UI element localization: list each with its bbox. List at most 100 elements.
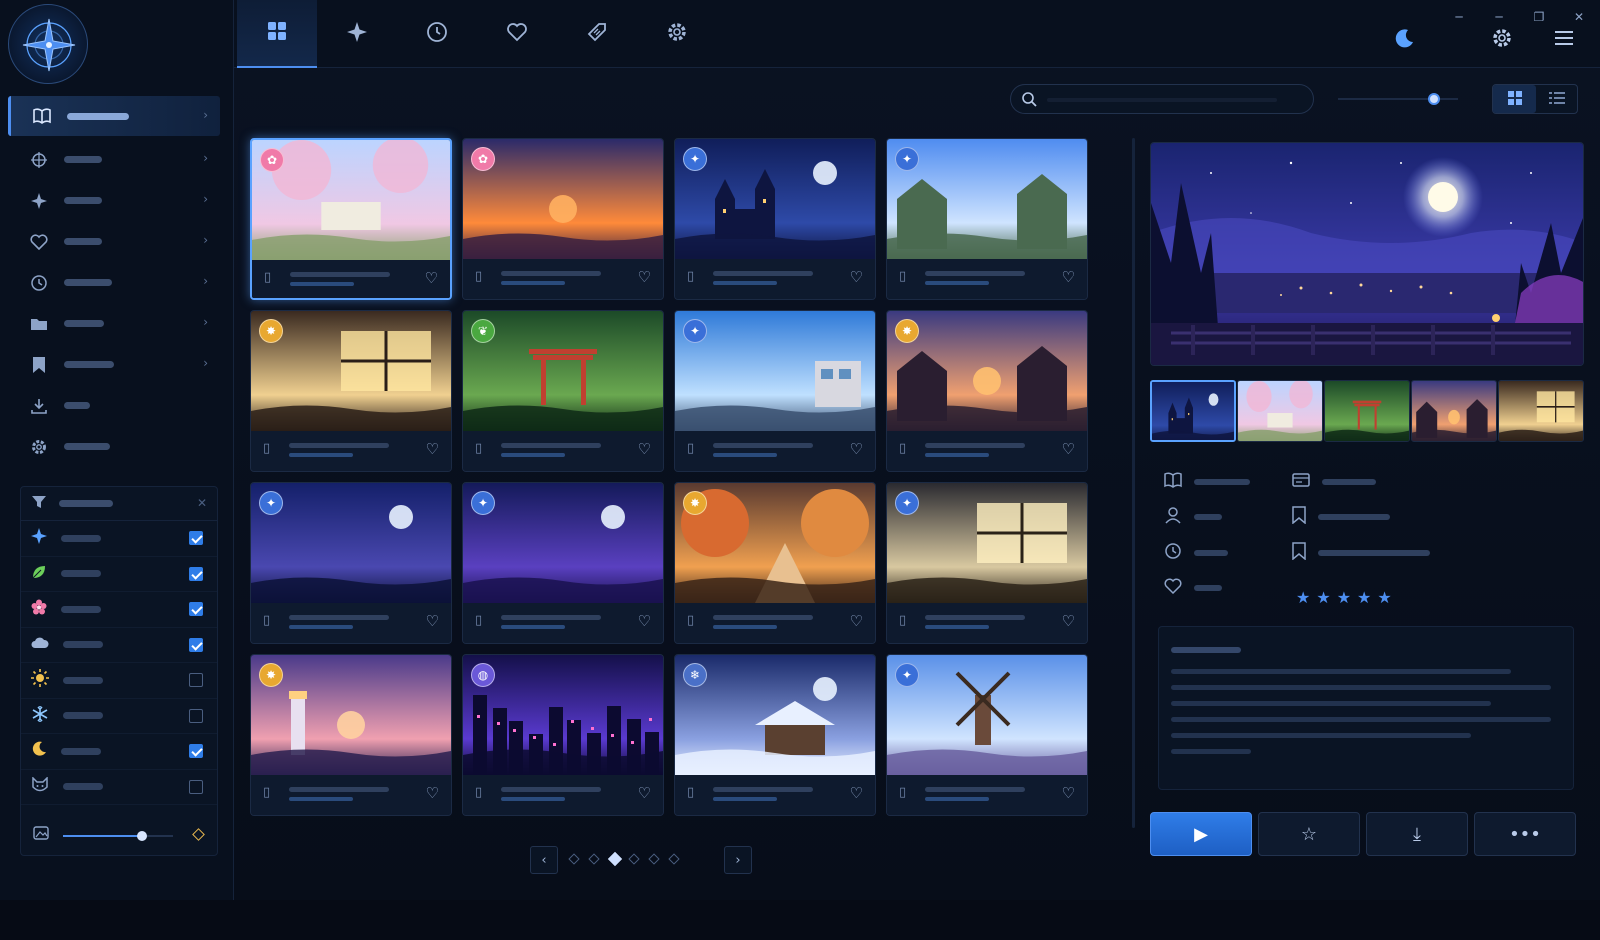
heart-icon[interactable]: ♡	[426, 440, 439, 458]
sidebar-item-explore[interactable]: ›	[8, 139, 220, 180]
wallpaper-card[interactable]: ✦ ▯ ♡	[674, 310, 876, 472]
filter-row[interactable]	[21, 521, 217, 557]
bookmark-icon[interactable]: ▯	[687, 613, 694, 628]
tab-favorites[interactable]	[477, 0, 557, 68]
settings-button[interactable]	[1488, 26, 1516, 54]
filter-checkbox[interactable]	[189, 531, 203, 545]
sidebar-item-downloads[interactable]	[8, 385, 220, 426]
list-view-button[interactable]	[1535, 85, 1578, 113]
page-dot[interactable]	[607, 851, 623, 867]
filter-slider[interactable]	[63, 831, 173, 841]
sidebar-item-folders[interactable]: ›	[8, 303, 220, 344]
heart-icon[interactable]: ♡	[638, 784, 651, 802]
wallpaper-card[interactable]: ✦ ▯ ♡	[462, 482, 664, 644]
heart-icon[interactable]: ♡	[850, 784, 863, 802]
filter-row[interactable]	[21, 699, 217, 734]
filter-checkbox[interactable]	[189, 744, 203, 758]
bookmark-icon[interactable]: ▯	[899, 613, 906, 628]
preview-thumbnail[interactable]	[1324, 380, 1410, 442]
bookmark-icon[interactable]: ▯	[899, 785, 906, 800]
filter-checkbox[interactable]	[189, 673, 203, 687]
tab-grid[interactable]	[237, 0, 317, 68]
search-input[interactable]	[1045, 91, 1295, 107]
zoom-slider-thumb[interactable]	[1428, 93, 1440, 105]
bookmark-icon[interactable]: ▯	[475, 613, 482, 628]
filter-checkbox[interactable]	[189, 637, 203, 652]
wallpaper-card[interactable]: ✸ ▯ ♡	[674, 482, 876, 644]
heart-icon[interactable]: ♡	[426, 784, 439, 802]
panel-divider[interactable]	[1132, 138, 1135, 828]
filter-checkbox[interactable]	[189, 566, 203, 581]
tab-history[interactable]	[397, 0, 477, 68]
wallpaper-card[interactable]: ✦ ▯ ♡	[886, 482, 1088, 644]
heart-icon[interactable]: ♡	[425, 269, 438, 287]
filter-checkbox[interactable]	[189, 708, 203, 723]
heart-icon[interactable]: ♡	[850, 612, 863, 630]
sidebar-item-featured[interactable]: ›	[8, 180, 220, 221]
filter-row[interactable]	[21, 628, 217, 663]
filter-row[interactable]	[21, 592, 217, 628]
sidebar-item-library[interactable]: ›	[8, 96, 220, 136]
page-dot[interactable]	[668, 853, 680, 865]
filter-row[interactable]	[21, 557, 217, 592]
heart-icon[interactable]: ♡	[638, 268, 651, 286]
sidebar-item-favorites[interactable]: ›	[8, 221, 220, 262]
filter-row[interactable]	[21, 770, 217, 805]
heart-icon[interactable]: ♡	[1062, 784, 1075, 802]
theme-toggle-button[interactable]	[1390, 26, 1418, 54]
preview-thumbnail[interactable]	[1237, 380, 1323, 442]
sidebar-item-settings[interactable]	[8, 426, 220, 467]
heart-icon[interactable]: ♡	[850, 440, 863, 458]
wallpaper-card[interactable]: ✸ ▯ ♡	[250, 310, 452, 472]
close-icon[interactable]: ✕	[197, 496, 207, 510]
wallpaper-card[interactable]: ◍ ▯ ♡	[462, 654, 664, 816]
heart-icon[interactable]: ♡	[1062, 268, 1075, 286]
zoom-slider[interactable]	[1338, 93, 1458, 105]
page-dot[interactable]	[628, 853, 640, 865]
heart-icon[interactable]: ♡	[850, 268, 863, 286]
bookmark-icon[interactable]: ▯	[899, 269, 906, 284]
bookmark-icon[interactable]: ▯	[263, 785, 270, 800]
bookmark-icon[interactable]: ▯	[263, 613, 270, 628]
heart-icon[interactable]: ♡	[638, 440, 651, 458]
rating-stars[interactable]: ★★★★★	[1296, 588, 1398, 607]
next-page-button[interactable]: ›	[724, 846, 752, 874]
filter-checkbox[interactable]	[189, 602, 203, 616]
filter-slider-thumb[interactable]	[137, 831, 148, 841]
wallpaper-card[interactable]: ✦ ▯ ♡	[886, 138, 1088, 300]
bookmark-icon[interactable]: ▯	[475, 269, 482, 284]
restore-icon[interactable]: ❐	[1528, 6, 1550, 28]
menu-button[interactable]	[1550, 26, 1578, 54]
heart-icon[interactable]: ♡	[1062, 440, 1075, 458]
bookmark-icon[interactable]: ▯	[475, 441, 482, 456]
bookmark-icon[interactable]: ▯	[687, 269, 694, 284]
filter-row[interactable]	[21, 734, 217, 770]
tab-tags[interactable]	[557, 0, 637, 68]
sidebar-item-bookmarks[interactable]: ›	[8, 344, 220, 385]
page-dot[interactable]	[588, 853, 600, 865]
minimize-icon[interactable]: ─	[1448, 6, 1470, 28]
wallpaper-card[interactable]: ❦ ▯ ♡	[462, 310, 664, 472]
preview-thumbnail[interactable]	[1150, 380, 1236, 442]
wallpaper-card[interactable]: ✦ ▯ ♡	[886, 654, 1088, 816]
page-dot[interactable]	[648, 853, 660, 865]
bookmark-icon[interactable]: ▯	[899, 441, 906, 456]
wallpaper-card[interactable]: ✦ ▯ ♡	[674, 138, 876, 300]
heart-icon[interactable]: ♡	[1062, 612, 1075, 630]
preview-thumbnail[interactable]	[1411, 380, 1497, 442]
wallpaper-card[interactable]: ✿ ▯ ♡	[462, 138, 664, 300]
download-button[interactable]: ⤓	[1366, 812, 1468, 856]
heart-icon[interactable]: ♡	[426, 612, 439, 630]
wallpaper-card[interactable]: ✦ ▯ ♡	[250, 482, 452, 644]
filter-checkbox[interactable]	[189, 779, 203, 794]
wallpaper-card[interactable]: ❄ ▯ ♡	[674, 654, 876, 816]
grid-view-button[interactable]	[1493, 85, 1536, 113]
wallpaper-card[interactable]: ✿ ▯ ♡	[250, 138, 452, 300]
search-box[interactable]	[1010, 84, 1314, 114]
maximize-icon[interactable]: ─	[1488, 6, 1510, 28]
bookmark-icon[interactable]: ▯	[687, 441, 694, 456]
bookmark-icon[interactable]: ▯	[475, 785, 482, 800]
star-button[interactable]: ☆	[1258, 812, 1360, 856]
bookmark-icon[interactable]: ▯	[263, 441, 270, 456]
wallpaper-card[interactable]: ✸ ▯ ♡	[886, 310, 1088, 472]
